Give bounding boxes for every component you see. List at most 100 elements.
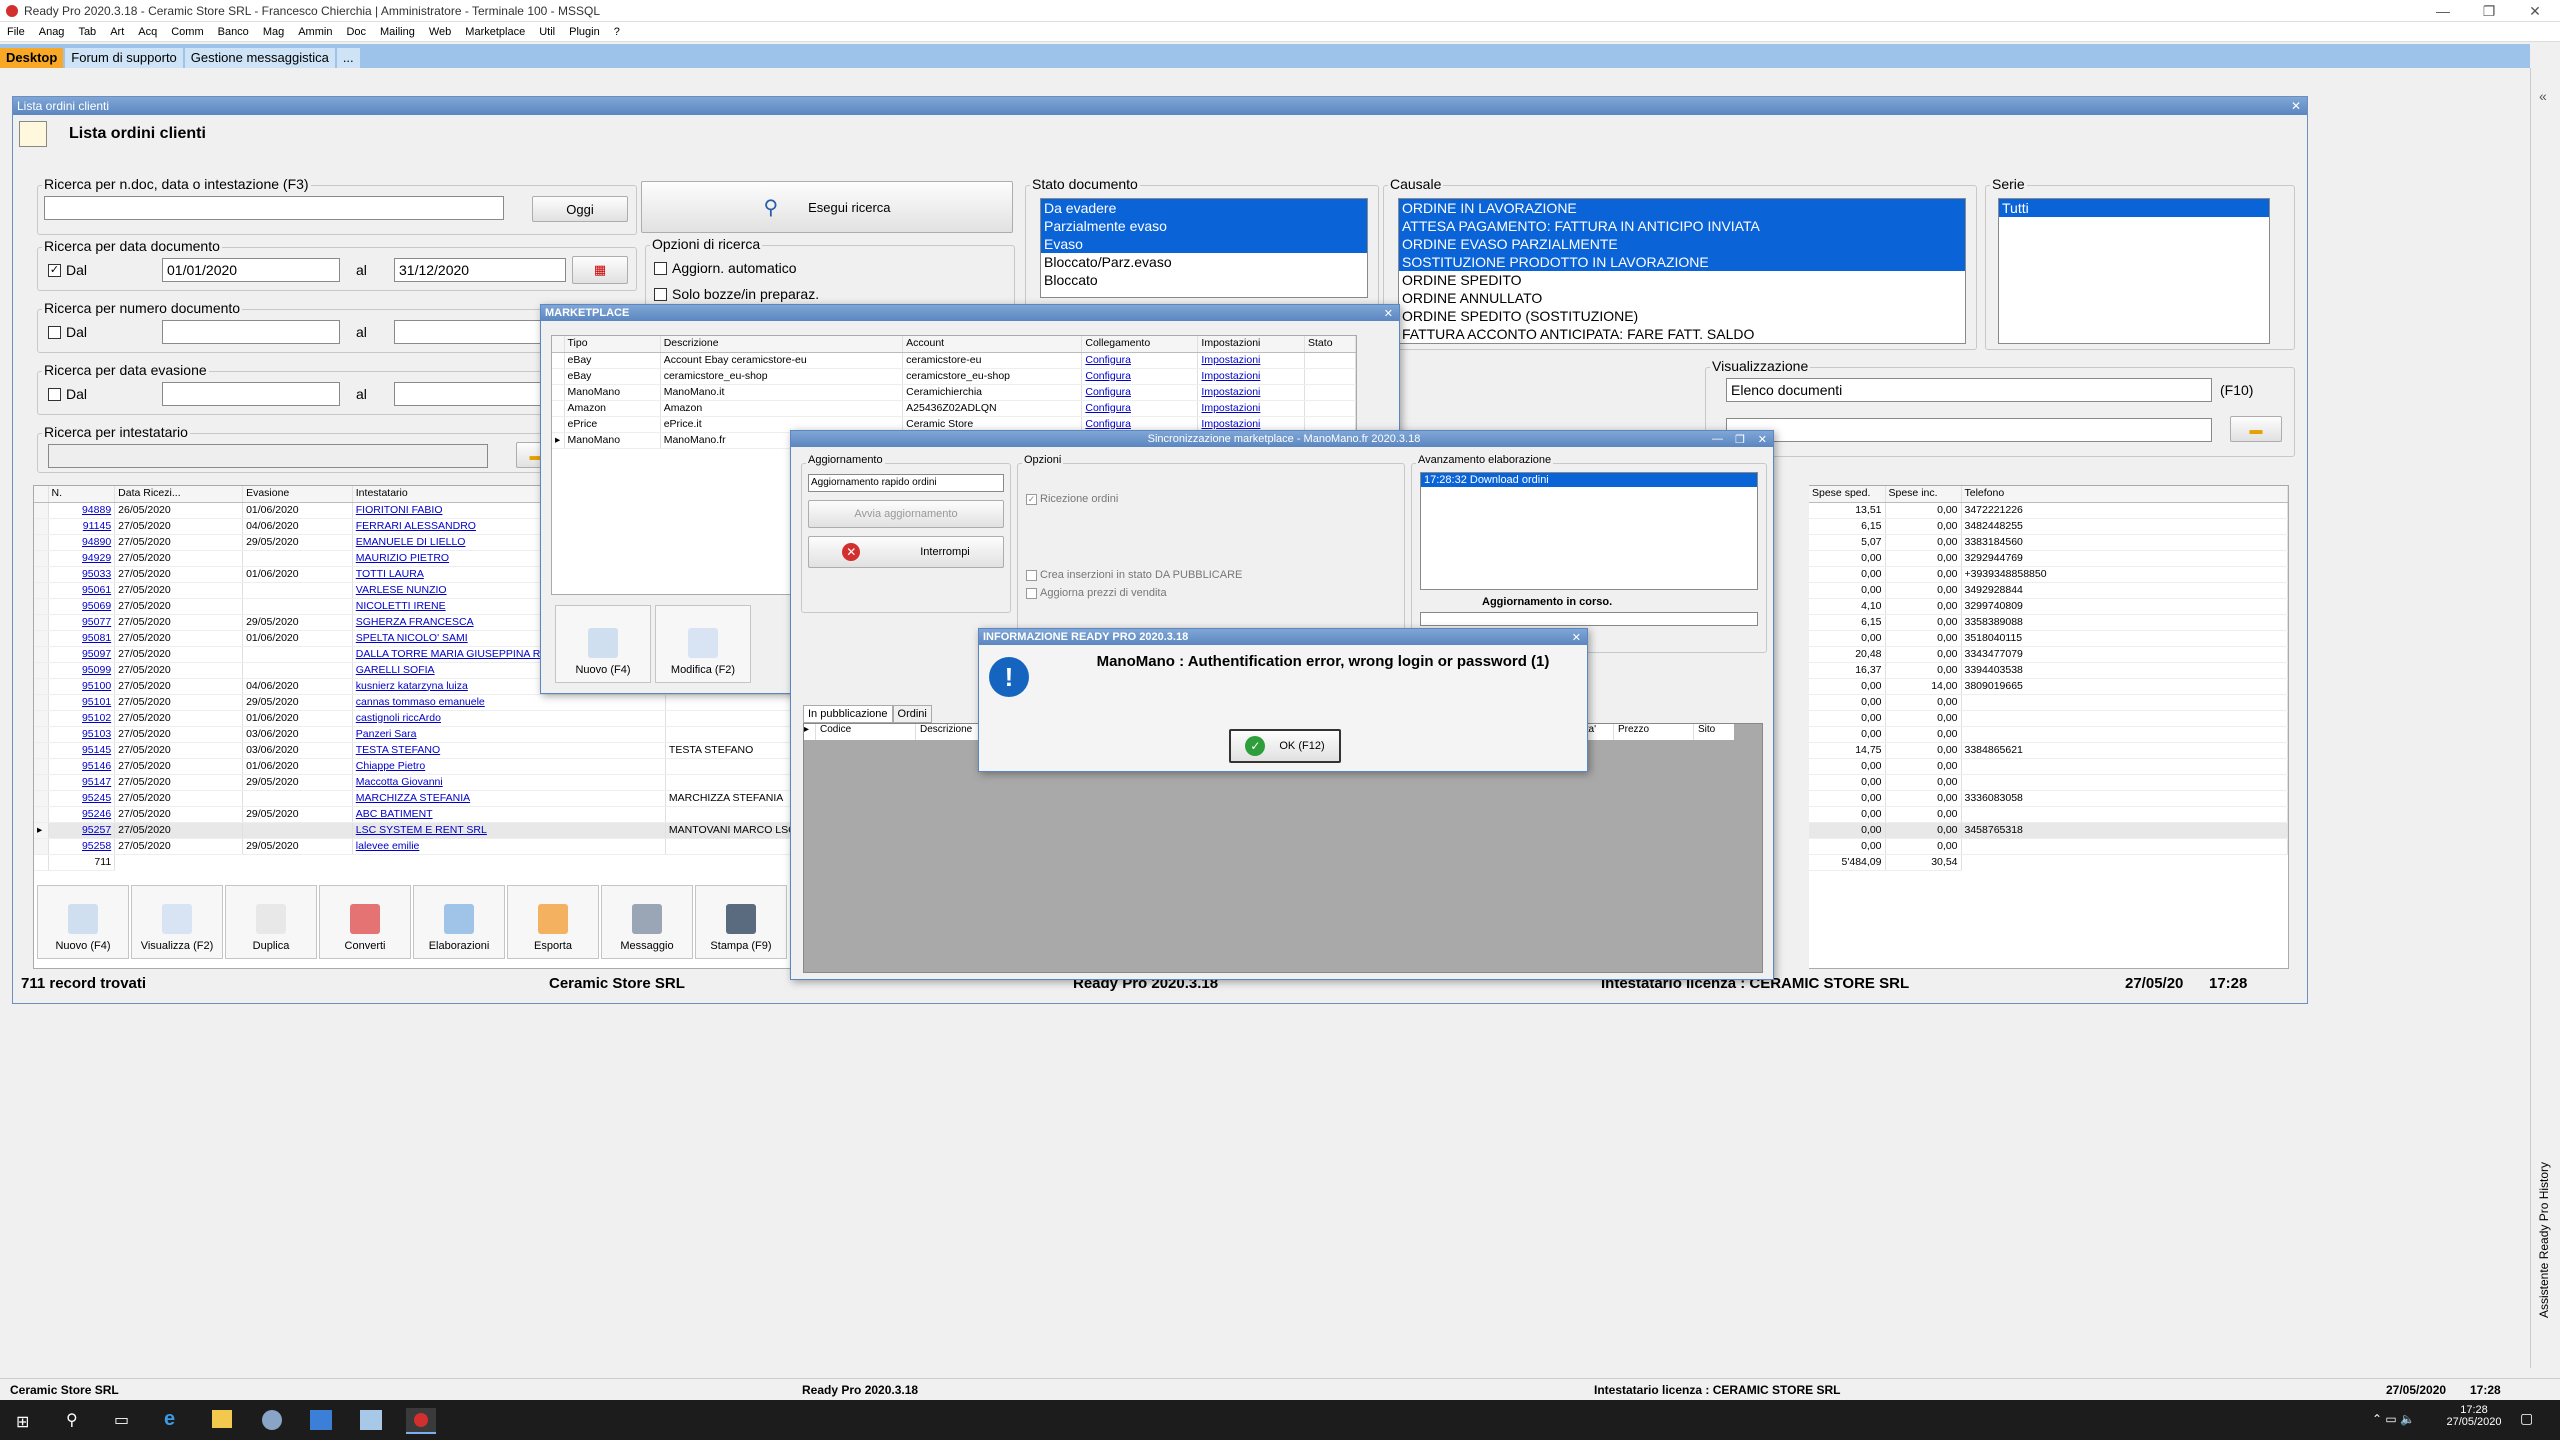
table-cell[interactable]: Impostazioni — [1197, 384, 1306, 401]
restore-icon[interactable]: ❐ — [2466, 0, 2512, 22]
restore-icon[interactable]: ❐ — [1735, 433, 1745, 446]
column-header[interactable]: Tipo — [564, 336, 661, 353]
auto-update-checkbox[interactable] — [654, 262, 667, 275]
table-row[interactable]: 0,00 0,00 — [1809, 758, 2288, 775]
table-row[interactable]: 4,10 0,00 3299740809 — [1809, 598, 2288, 615]
column-header[interactable]: Collegamento — [1081, 336, 1199, 353]
holder-input[interactable] — [48, 444, 488, 468]
column-header[interactable]: Account — [902, 336, 1083, 353]
tab-messaggistica[interactable]: Gestione messaggistica — [184, 48, 335, 68]
menu-item-10[interactable]: Mailing — [373, 26, 422, 38]
serie-item[interactable]: Tutti — [1999, 199, 2269, 217]
search-button[interactable]: ⚲ Esegui ricerca — [641, 181, 1013, 233]
column-header[interactable]: Telefono — [1961, 486, 2288, 503]
column-header[interactable]: Stato — [1304, 336, 1356, 353]
clock[interactable]: 17:28 27/05/2020 — [2444, 1404, 2504, 1428]
update-prices-checkbox[interactable] — [1026, 588, 1037, 599]
serie-list[interactable]: Tutti — [1998, 198, 2270, 344]
orders-grid-right[interactable]: Spese sped. Spese inc. Telefono 13,51 0,00 34… — [1809, 485, 2289, 969]
menu-item-12[interactable]: Marketplace — [458, 26, 532, 38]
minimize-icon[interactable]: — — [1712, 433, 1723, 445]
menu-item-9[interactable]: Doc — [339, 26, 373, 38]
task-view-icon[interactable]: ▭ — [114, 1410, 129, 1430]
export-button[interactable]: Esporta — [507, 885, 599, 959]
table-row[interactable]: 0,00 14,00 3809019665 — [1809, 678, 2288, 695]
menu-item-5[interactable]: Comm — [164, 26, 210, 38]
readypro-taskbar-icon[interactable] — [406, 1408, 436, 1434]
status-item[interactable]: Da evadere — [1041, 199, 1367, 217]
table-cell[interactable]: Configura — [1081, 368, 1199, 385]
close-icon[interactable]: ✕ — [1572, 631, 1581, 644]
close-icon[interactable]: ✕ — [1758, 433, 1767, 446]
column-header[interactable]: N. — [48, 486, 116, 503]
table-row[interactable]: 5,07 0,00 3383184560 — [1809, 534, 2288, 551]
table-row[interactable]: Amazon Amazon A25436Z02ADLQN Configura Impos… — [552, 400, 1356, 417]
minimize-icon[interactable]: — — [2420, 0, 2466, 22]
causale-item[interactable]: ORDINE EVASO PARZIALMENTE — [1399, 235, 1965, 253]
tab-forum[interactable]: Forum di supporto — [65, 48, 183, 68]
table-row[interactable]: 0,00 0,00 +393934885885​0 — [1809, 566, 2288, 583]
tab-in-pubblicazione[interactable]: In pubblicazione — [803, 705, 893, 723]
tab-ordini[interactable]: Ordini — [892, 705, 932, 723]
app-icon[interactable] — [310, 1410, 332, 1430]
menu-item-15[interactable]: ? — [607, 26, 627, 38]
table-row[interactable]: 0,00 0,00 3336083058 — [1809, 790, 2288, 807]
menu-item-3[interactable]: Art — [103, 26, 131, 38]
table-cell[interactable]: Impostazioni — [1197, 352, 1306, 369]
windows-start-icon[interactable]: ⊞ — [16, 1412, 34, 1431]
table-cell[interactable]: Impostazioni — [1197, 400, 1306, 417]
evasion-from-input[interactable] — [162, 382, 340, 406]
side-panel-label[interactable]: Assistente Ready Pro History — [2537, 1118, 2551, 1318]
process-button[interactable]: Elaborazioni — [413, 885, 505, 959]
convert-button[interactable]: Converti — [319, 885, 411, 959]
table-row[interactable]: 6,15 0,00 3358389088 — [1809, 614, 2288, 631]
notifications-icon[interactable]: ▢ — [2520, 1410, 2533, 1427]
menu-item-13[interactable]: Util — [532, 26, 562, 38]
status-item[interactable]: Parzialmente evaso — [1041, 217, 1367, 235]
table-cell[interactable]: Configura — [1081, 352, 1199, 369]
marketplace-edit-button[interactable]: Modifica (F2) — [655, 605, 751, 683]
start-update-button[interactable]: Avvia aggiornamento — [808, 500, 1004, 528]
column-header[interactable]: Spese sped. — [1809, 486, 1886, 503]
receive-orders-checkbox[interactable]: ✓ — [1026, 494, 1037, 505]
view-select-2[interactable] — [1726, 418, 2212, 442]
table-row[interactable]: 0,00 0,00 — [1809, 838, 2288, 855]
table-row[interactable]: 0,00 0,00 — [1809, 710, 2288, 727]
app-icon[interactable] — [262, 1410, 282, 1430]
folder-icon[interactable]: ▬ — [2230, 416, 2282, 442]
column-header[interactable]: Evasione — [242, 486, 353, 503]
file-explorer-icon[interactable] — [212, 1410, 232, 1428]
date-checkbox[interactable]: ✓ — [48, 264, 61, 277]
search-input[interactable] — [44, 196, 504, 220]
column-header[interactable]: Spese inc. — [1885, 486, 1962, 503]
menu-item-2[interactable]: Tab — [71, 26, 103, 38]
menu-item-7[interactable]: Mag — [256, 26, 291, 38]
causale-list[interactable]: ORDINE IN LAVORAZIONE ATTESA PAGAMENTO: F… — [1398, 198, 1966, 344]
table-row[interactable]: 0,00 0,00 — [1809, 774, 2288, 791]
number-from-input[interactable] — [162, 320, 340, 344]
menu-item-14[interactable]: Plugin — [562, 26, 607, 38]
table-row[interactable]: 20,48 0,00 3343477079 — [1809, 646, 2288, 663]
update-mode-select[interactable]: Aggiornamento rapido ordini — [808, 474, 1004, 492]
status-item[interactable]: Bloccato — [1041, 271, 1367, 289]
view-button[interactable]: Visualizza (F2) — [131, 885, 223, 959]
table-row[interactable]: 0,00 0,00 3492928844 — [1809, 582, 2288, 599]
view-select[interactable]: Elenco documenti — [1726, 378, 2212, 402]
app-icon[interactable] — [360, 1410, 382, 1430]
status-list[interactable]: Da evadere Parzialmente evaso Evaso Bloccat… — [1040, 198, 1368, 298]
table-row[interactable]: 0,00 0,00 — [1809, 694, 2288, 711]
table-row[interactable]: ManoMano ManoMano.it Ceramichierchia Config… — [552, 384, 1356, 401]
status-item[interactable]: Evaso — [1041, 235, 1367, 253]
table-row[interactable]: eBay Account Ebay ceramicstore-eu ceramics… — [552, 352, 1356, 369]
menu-item-8[interactable]: Ammin — [291, 26, 339, 38]
menu-item-0[interactable]: File — [0, 26, 32, 38]
causale-item[interactable]: ORDINE SPEDITO — [1399, 271, 1965, 289]
causale-item[interactable]: SOSTITUZIONE PRODOTTO IN LAVORAZIONE — [1399, 253, 1965, 271]
table-cell[interactable]: Configura — [1081, 400, 1199, 417]
causale-item[interactable]: ORDINE SPEDITO (SOSTITUZIONE) — [1399, 307, 1965, 325]
marketplace-new-button[interactable]: Nuovo (F4) — [555, 605, 651, 683]
table-row[interactable]: 13,51 0,00 3472221226 — [1809, 502, 2288, 519]
number-checkbox[interactable] — [48, 326, 61, 339]
menu-item-1[interactable]: Anag — [32, 26, 72, 38]
menu-item-11[interactable]: Web — [422, 26, 458, 38]
